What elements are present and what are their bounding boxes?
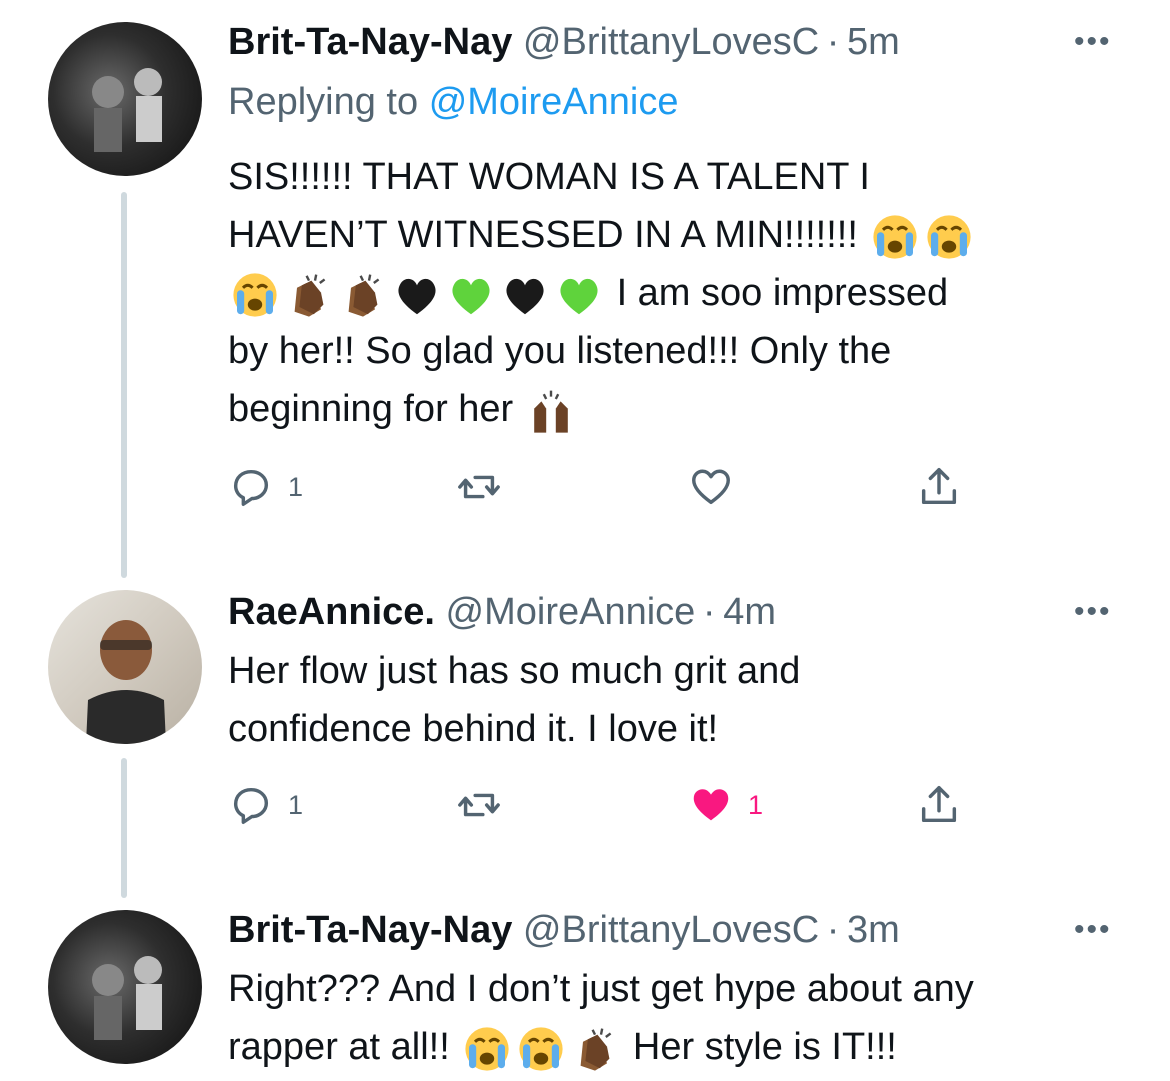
avatar-photo bbox=[92, 956, 162, 1040]
avatar[interactable] bbox=[48, 910, 202, 1064]
more-options-icon[interactable]: ••• bbox=[1074, 915, 1112, 945]
separator-dot: · bbox=[819, 909, 848, 951]
loudly-crying-face-icon bbox=[464, 1025, 511, 1073]
tweet-line: HAVEN’T WITNESSED IN A MIN!!!!!!! bbox=[228, 206, 1128, 264]
raising-hands-icon bbox=[532, 389, 569, 434]
reply-button[interactable]: 1 bbox=[228, 462, 303, 512]
user-handle[interactable]: @BrittanyLovesC bbox=[523, 21, 819, 63]
green-heart-icon bbox=[560, 278, 598, 315]
loudly-crying-face-icon bbox=[518, 1025, 565, 1073]
like-button[interactable] bbox=[688, 462, 748, 512]
tweet-line-text: HAVEN’T WITNESSED IN A MIN!!!!!!! bbox=[228, 214, 858, 256]
timestamp[interactable]: 5m bbox=[847, 21, 900, 63]
display-name[interactable]: Brit-Ta-Nay-Nay bbox=[228, 21, 512, 63]
tweet-line: I am soo impressed bbox=[228, 264, 1128, 322]
heart-filled-icon bbox=[693, 789, 729, 821]
tweet-line: rapper at all!! Her style is IT!!! bbox=[228, 1018, 1128, 1076]
black-heart-icon bbox=[398, 278, 436, 315]
like-button[interactable]: 1 bbox=[688, 780, 763, 830]
tweet-line: beginning for her bbox=[228, 380, 1128, 438]
replying-label: Replying to bbox=[228, 81, 419, 123]
thread-line bbox=[121, 192, 127, 578]
loudly-crying-face-icon bbox=[926, 213, 973, 261]
loudly-crying-face-icon bbox=[231, 271, 279, 319]
retweet-icon bbox=[458, 475, 500, 499]
reply-count: 1 bbox=[288, 789, 304, 820]
tweet-actions: 1 bbox=[228, 462, 988, 512]
tweet-line: Her flow just has so much grit and bbox=[228, 650, 801, 692]
share-icon bbox=[921, 786, 957, 823]
tweet-text: Her flow just has so much grit and confi… bbox=[228, 642, 1128, 758]
clapping-hands-icon bbox=[579, 1027, 613, 1072]
user-handle[interactable]: @BrittanyLovesC bbox=[523, 909, 819, 951]
retweet-icon bbox=[458, 793, 500, 817]
tweet-text: Right??? And I don’t just get hype about… bbox=[228, 960, 1128, 1076]
tweet-text: SIS!!!!!! THAT WOMAN IS A TALENT I HAVEN… bbox=[228, 148, 1128, 438]
avatar-photo bbox=[86, 620, 166, 744]
tweet-line: Right??? And I don’t just get hype about… bbox=[228, 968, 974, 1010]
loudly-crying-face-icon bbox=[872, 213, 919, 261]
heart-icon bbox=[692, 469, 730, 505]
tweet-line: SIS!!!!!! THAT WOMAN IS A TALENT I bbox=[228, 156, 870, 198]
tweet-line-text: beginning for her bbox=[228, 388, 514, 430]
tweet-line: by her!! So glad you listened!!! Only th… bbox=[228, 330, 892, 372]
timestamp[interactable]: 3m bbox=[847, 909, 900, 951]
user-handle[interactable]: @MoireAnnice bbox=[446, 591, 696, 633]
thread-line bbox=[121, 758, 127, 898]
reply-button[interactable]: 1 bbox=[228, 780, 303, 830]
replying-to: Replying to @MoireAnnice bbox=[228, 80, 678, 124]
clapping-hands-icon bbox=[293, 273, 326, 318]
display-name[interactable]: RaeAnnice. bbox=[228, 591, 435, 633]
reply-icon bbox=[233, 469, 269, 506]
share-button[interactable] bbox=[916, 462, 962, 512]
tweet-header: RaeAnnice. @MoireAnnice · 4m bbox=[228, 590, 776, 634]
share-icon bbox=[921, 468, 957, 505]
reply-icon bbox=[233, 787, 269, 824]
tweet-line-text: I am soo impressed bbox=[616, 272, 949, 314]
avatar[interactable] bbox=[48, 590, 202, 744]
separator-dot: · bbox=[819, 21, 848, 63]
avatar-photo bbox=[92, 68, 162, 152]
tweet-actions: 1 1 bbox=[228, 780, 988, 830]
share-button[interactable] bbox=[916, 780, 962, 830]
tweet-line-text: rapper at all!! bbox=[228, 1026, 450, 1068]
green-heart-icon bbox=[452, 278, 490, 315]
clapping-hands-icon bbox=[347, 273, 380, 318]
more-options-icon[interactable]: ••• bbox=[1074, 27, 1112, 57]
avatar[interactable] bbox=[48, 22, 202, 176]
display-name[interactable]: Brit-Ta-Nay-Nay bbox=[228, 909, 512, 951]
tweet-header: Brit-Ta-Nay-Nay @BrittanyLovesC · 5m bbox=[228, 20, 900, 64]
reply-count: 1 bbox=[288, 471, 304, 502]
tweet-line-text: Her style is IT!!! bbox=[632, 1026, 897, 1068]
replying-mention-link[interactable]: @MoireAnnice bbox=[429, 81, 679, 123]
timestamp[interactable]: 4m bbox=[723, 591, 776, 633]
tweet-line: confidence behind it. I love it! bbox=[228, 708, 719, 750]
tweet-header: Brit-Ta-Nay-Nay @BrittanyLovesC · 3m bbox=[228, 908, 900, 952]
more-options-icon[interactable]: ••• bbox=[1074, 597, 1112, 627]
separator-dot: · bbox=[695, 591, 724, 633]
retweet-button[interactable] bbox=[456, 780, 502, 830]
black-heart-icon bbox=[506, 278, 544, 315]
like-count: 1 bbox=[748, 789, 764, 820]
retweet-button[interactable] bbox=[456, 462, 502, 512]
